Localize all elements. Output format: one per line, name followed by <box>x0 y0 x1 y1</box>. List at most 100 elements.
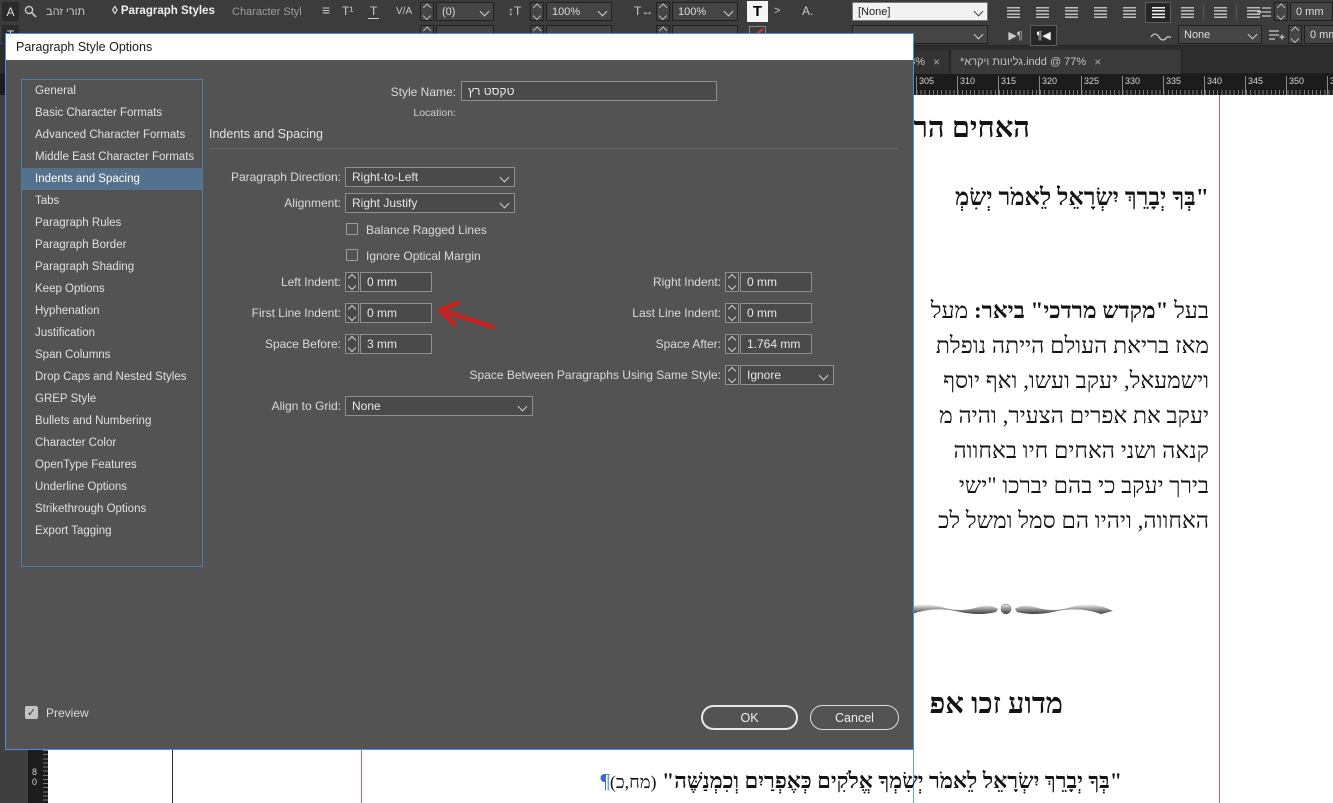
paragraph-direction-select[interactable]: Right-to-Left <box>345 167 515 187</box>
location-label: Location: <box>306 107 456 119</box>
close-icon[interactable]: × <box>1094 55 1101 69</box>
verse-citation: (מח,כ) <box>610 772 657 792</box>
hebrew-body-line[interactable]: יעקב את אפרים הצעיר, והיה מ <box>939 403 1209 429</box>
vertical-ruler-label: 8 <box>32 768 37 777</box>
hebrew-verse-line[interactable]: "בְּךָ יְבָרֵךְ יִשְׂרָאֵל לֵאמֹר יְשִׂמ… <box>955 185 1209 212</box>
preview-label: Preview <box>46 704 89 722</box>
space-before-stepper[interactable] <box>345 334 359 354</box>
last-line-indent-stepper[interactable] <box>725 303 739 323</box>
vertical-scale-select[interactable]: 100% <box>546 2 612 21</box>
search-icon[interactable] <box>24 5 37 23</box>
style-name-label: Style Name: <box>256 82 456 102</box>
balance-ragged-lines-checkbox[interactable] <box>346 223 358 235</box>
paragraph-direction-value: Right-to-Left <box>352 170 418 184</box>
hebrew-body-line[interactable]: האחווה, ויהיו הם סמל ומשל לכ <box>938 508 1209 534</box>
right-indent-field[interactable]: 0 mm <box>740 272 812 292</box>
dialog-title-bar[interactable]: Paragraph Style Options <box>6 34 913 60</box>
space-after-field[interactable]: 1.764 mm <box>740 334 812 354</box>
sidebar-item-opentype-features[interactable]: OpenType Features <box>22 454 202 476</box>
panel-tab-hebrew[interactable]: תורי זהב <box>46 5 85 19</box>
indent-stepper[interactable] <box>1274 2 1288 21</box>
align-left-button[interactable] <box>1000 2 1026 23</box>
sidebar-item-underline-options[interactable]: Underline Options <box>22 476 202 498</box>
space-field[interactable]: 0 mm <box>1304 25 1333 44</box>
same-style-spacing-select[interactable]: Ignore <box>740 365 834 385</box>
left-indent-stepper[interactable] <box>345 272 359 292</box>
underline-icon[interactable]: T <box>368 4 379 19</box>
close-icon[interactable]: × <box>933 55 940 69</box>
hebrew-heading[interactable]: מדוע זכו אפ <box>929 688 1063 721</box>
justify-center-button[interactable] <box>1116 2 1142 23</box>
hebrew-body-line[interactable]: וישמעאל, יעקב ועשו, ואף יוסף <box>943 368 1209 394</box>
sidebar-item-export-tagging[interactable]: Export Tagging <box>22 520 202 542</box>
same-style-spacing-stepper[interactable] <box>725 365 739 385</box>
panel-tab-paragraph-styles[interactable]: ◊ Paragraph Styles <box>112 4 215 18</box>
balance-ragged-lines-label: Balance Ragged Lines <box>366 221 487 239</box>
align-to-grid-select[interactable]: None <box>345 396 533 416</box>
panel-tab-character-styles[interactable]: Character Styl <box>232 5 302 19</box>
kerning-stepper[interactable] <box>420 2 434 21</box>
ignore-optical-margin-checkbox[interactable] <box>346 249 358 261</box>
sidebar-item-strikethrough-options[interactable]: Strikethrough Options <box>22 498 202 520</box>
hebrew-body-line[interactable]: בעל "מקדש מרדכי" ביאר: מעל <box>931 298 1209 324</box>
tool-a-icon[interactable]: A <box>2 2 19 21</box>
justify-all-button[interactable] <box>1174 2 1200 23</box>
cancel-button[interactable]: Cancel <box>810 705 899 730</box>
vertical-scale-stepper[interactable] <box>530 2 544 21</box>
space-after-stepper[interactable] <box>725 334 739 354</box>
kashida-select[interactable]: None <box>1178 25 1262 44</box>
hebrew-body-line[interactable]: קנאה ושני האחים חיו באחווה <box>953 438 1209 464</box>
first-line-indent-stepper[interactable] <box>345 303 359 323</box>
sidebar-item-character-color[interactable]: Character Color <box>22 432 202 454</box>
same-style-spacing-label: Space Between Paragraphs Using Same Styl… <box>206 365 721 385</box>
justify-left-button[interactable] <box>1087 2 1113 23</box>
hebrew-body-line[interactable]: מאז בריאת העולם הייתה נופלת <box>936 333 1209 359</box>
paragraph-direction-ltr-button[interactable]: ▶¶ <box>1002 25 1029 46</box>
align-center-button[interactable] <box>1029 2 1055 23</box>
align-right-button[interactable] <box>1058 2 1084 23</box>
paragraph-direction-rtl-button[interactable]: ¶◀ <box>1030 25 1057 46</box>
horizontal-scale-icon: T↔ <box>634 4 653 18</box>
left-indent-label: Left Indent: <box>6 272 341 292</box>
sidebar-item-paragraph-rules[interactable]: Paragraph Rules <box>22 212 202 234</box>
ruler-tick <box>916 76 917 95</box>
align-toward-spine-button[interactable] <box>1207 2 1233 23</box>
right-indent-stepper[interactable] <box>725 272 739 292</box>
justify-right-button[interactable] <box>1145 2 1171 23</box>
panel-menu-icon[interactable]: ≡ <box>322 3 330 17</box>
ruler-tick <box>957 76 958 95</box>
body-text: בעל <box>1168 298 1209 323</box>
pilcrow-mark: ¶ <box>600 769 610 793</box>
sidebar-item-drop-caps-and-nested-styles[interactable]: Drop Caps and Nested Styles <box>22 366 202 388</box>
horizontal-scale-stepper[interactable] <box>656 2 670 21</box>
sidebar-item-advanced-character-formats[interactable]: Advanced Character Formats <box>22 124 202 146</box>
ruler-tick <box>1039 76 1040 95</box>
sidebar-item-basic-character-formats[interactable]: Basic Character Formats <box>22 102 202 124</box>
ruler-tick <box>1286 76 1287 95</box>
sidebar-item-general[interactable]: General <box>22 80 202 102</box>
hebrew-heading[interactable]: האחים הרא <box>895 112 1030 145</box>
body-text-bold: "מקדש מרדכי" ביאר: <box>974 298 1168 323</box>
superscript-icon[interactable]: T¹ <box>342 4 353 18</box>
style-name-input[interactable] <box>461 81 717 101</box>
ruler-tick-label: 340 <box>1207 76 1222 86</box>
kerning-select[interactable]: (0) <box>436 2 494 21</box>
indent-field[interactable]: 0 mm <box>1290 2 1333 21</box>
character-style-select[interactable]: [None] <box>852 2 988 21</box>
character-formatting-icon[interactable]: T <box>747 1 768 22</box>
expand-chevron[interactable]: > <box>774 4 780 18</box>
ok-button[interactable]: OK <box>701 705 798 730</box>
horizontal-scale-select[interactable]: 100% <box>672 2 738 21</box>
purple-guide[interactable] <box>1219 95 1220 803</box>
chevron-down-icon <box>480 7 490 17</box>
alignment-select[interactable]: Right Justify <box>345 193 515 213</box>
sidebar-item-paragraph-border[interactable]: Paragraph Border <box>22 234 202 256</box>
last-line-indent-field[interactable]: 0 mm <box>740 303 812 323</box>
preview-checkbox[interactable]: ✓ <box>25 706 38 719</box>
ruler-tick <box>1204 76 1205 95</box>
hebrew-verse-line[interactable]: "בְּךָ יְבָרֵךְ יִשְׂרָאֵל לֵאמֹר יְשִׂמ… <box>600 768 1122 794</box>
stepper[interactable] <box>1288 25 1302 44</box>
hebrew-body-line[interactable]: בירך יעקב כי בהם יברכו "ישי <box>959 473 1209 499</box>
document-tab-active[interactable]: *גליונות ויקרא.indd @ 77% × <box>950 50 1182 74</box>
sidebar-item-middle-east-character-formats[interactable]: Middle East Character Formats <box>22 146 202 168</box>
